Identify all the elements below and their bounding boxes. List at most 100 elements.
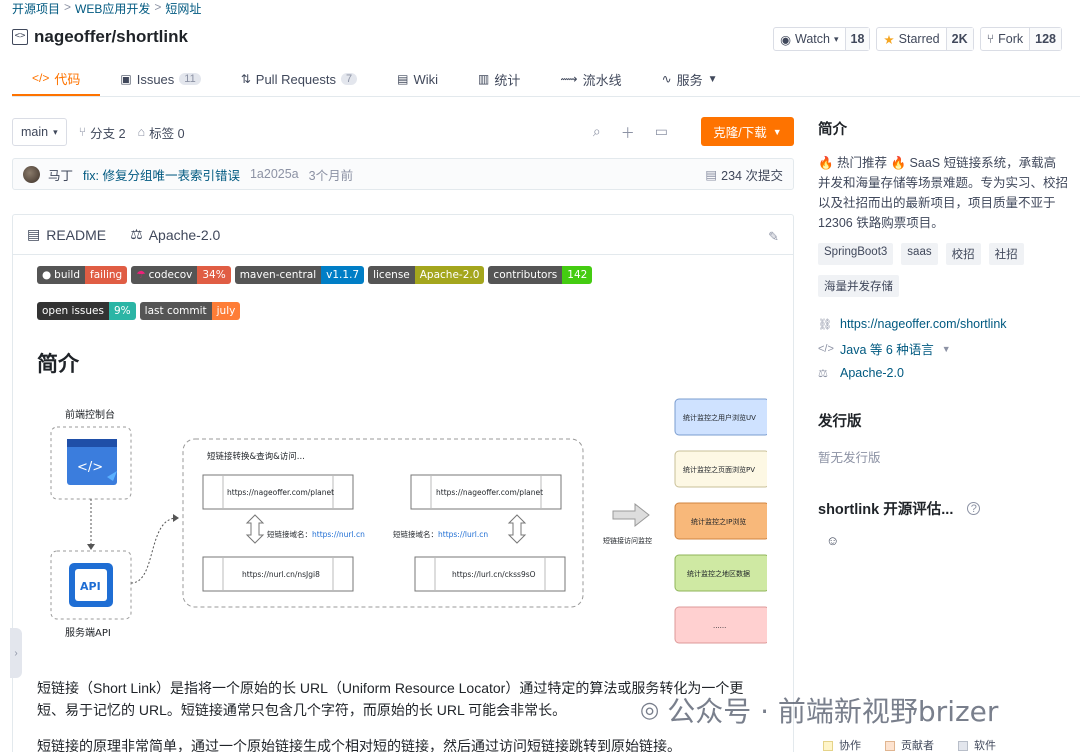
homepage-link[interactable]: https://nageoffer.com/shortlink [840, 317, 1007, 331]
topic-tag[interactable]: saas [901, 243, 938, 265]
tab-wiki[interactable]: ▤ Wiki [377, 62, 458, 96]
link-icon: ⛓ [818, 318, 832, 331]
commit-message[interactable]: fix: 修复分组唯一表索引错误 [83, 165, 240, 184]
tab-services[interactable]: ∿ 服务 ▼ [642, 62, 738, 96]
backend-label: 服务端API [65, 626, 111, 639]
topic-tag[interactable]: SpringBoot3 [818, 243, 894, 265]
issues-count: 11 [179, 73, 201, 85]
badge-list: ● build failing ☂ codecov 34% maven-central v… [37, 266, 677, 320]
search-icon[interactable]: ⌕ [593, 123, 601, 143]
arrow-head [173, 514, 179, 522]
badge-maven[interactable]: maven-central v1.1.7 [234, 266, 365, 284]
edit-icon[interactable]: ✎ [768, 229, 779, 245]
stats-icon: ▥ [478, 72, 490, 86]
long-url-1: https://nageoffer.com/planet [227, 488, 334, 497]
repo-actions: ◉ Watch ▾ 18 ★ Starred 2K ⑂ Fork 128 [773, 27, 1062, 51]
topic-tags: SpringBoot3 saas 校招 社招 海量并发存储 [818, 243, 1068, 297]
chevron-down-icon: ▾ [53, 126, 58, 137]
commit-sha[interactable]: 1a2025a [250, 167, 299, 181]
readme-panel: ▤ README ⚖ Apache-2.0 ✎ ● build failing ☂ cod… [12, 214, 794, 752]
issues-icon: ▣ [120, 72, 132, 86]
legend-swatch [885, 741, 895, 752]
badge-open-issues[interactable]: open issues 9% [37, 302, 136, 320]
smiley-icon: ☺ [826, 533, 840, 548]
commit-author[interactable]: 马丁 [48, 165, 73, 184]
wiki-icon: ▤ [397, 72, 409, 86]
breadcrumb-separator: > [64, 0, 72, 14]
tab-code[interactable]: </> 代码 [12, 62, 101, 96]
license-link[interactable]: Apache-2.0 [840, 366, 904, 380]
code-toolbar: main ▾ ⑂ 分支 2 ⌂ 标签 0 ⌕ ＋ ▭ 克隆/下载 ▼ [12, 117, 794, 147]
tab-pipeline[interactable]: ⟿ 流水线 [540, 62, 641, 96]
help-icon[interactable]: ? [967, 502, 981, 515]
star-count[interactable]: 2K [945, 28, 973, 50]
tab-pull-requests[interactable]: ⇅ Pull Requests 7 [221, 62, 377, 96]
stat-label-region: 统计监控之地区数据 [687, 569, 750, 578]
evaluation-title[interactable]: shortlink 开源评估... [818, 498, 953, 519]
arrow-head [87, 544, 95, 550]
plus-icon[interactable]: ＋ [621, 123, 635, 143]
toolbar-icons: ⌕ ＋ ▭ [593, 123, 668, 143]
badge-last-commit[interactable]: last commit july [139, 302, 241, 320]
readme-icon: ▤ [27, 226, 41, 242]
tab-stats[interactable]: ▥ 统计 [458, 62, 540, 96]
bidirectional-arrow [507, 514, 527, 544]
commits-icon: ▤ [705, 167, 718, 182]
topic-tag[interactable]: 海量并发存储 [818, 275, 899, 297]
eye-icon: ◉ [780, 32, 792, 47]
contribution-legend: 协作 贡献者 软件 [823, 737, 996, 752]
branches-link[interactable]: ⑂ 分支 2 [79, 123, 126, 142]
monitor-icon[interactable]: ▭ [655, 123, 668, 143]
topic-tag[interactable]: 校招 [945, 243, 981, 265]
avatar[interactable] [23, 165, 40, 183]
scale-icon: ⚖ [818, 367, 828, 380]
topic-tag[interactable]: 社招 [988, 243, 1024, 265]
breadcrumb-item[interactable]: WEB应用开发 [75, 0, 150, 17]
tab-issues[interactable]: ▣ Issues 11 [100, 62, 220, 96]
connector-line [130, 517, 178, 584]
readme-tabs: ▤ README ⚖ Apache-2.0 [13, 215, 793, 255]
domain-label-1: 短链接域名：https://nurl.cn [267, 529, 365, 539]
fork-count[interactable]: 128 [1029, 28, 1061, 50]
pipeline-icon: ⟿ [560, 72, 578, 86]
stat-label-more: ...... [713, 622, 726, 630]
repo-name[interactable]: nageoffer/shortlink [34, 27, 188, 47]
readme-paragraph: 短链接的原理非常简单，通过一个原始链接生成个相对短的链接，然后通过访问短链接跳转… [37, 738, 681, 752]
services-icon: ∿ [661, 72, 672, 86]
badge-build[interactable]: ● build failing [37, 266, 128, 284]
commit-count[interactable]: ▤ 234 次提交 [705, 165, 783, 184]
group-title: 短链接转换&查询&访问... [207, 451, 305, 462]
tab-license[interactable]: ⚖ Apache-2.0 [130, 226, 220, 243]
codecov-icon: ☂ [136, 269, 146, 281]
api-chip-icon: API [69, 563, 113, 607]
code-window-icon: </> [67, 439, 117, 485]
commit-time: 3个月前 [308, 168, 354, 183]
branch-selector[interactable]: main ▾ [12, 118, 67, 146]
badge-license[interactable]: license Apache-2.0 [368, 266, 485, 284]
clone-download-button[interactable]: 克隆/下载 ▼ [701, 117, 794, 146]
latest-commit-bar: 马丁 fix: 修复分组唯一表索引错误 1a2025a 3个月前 ▤ 234 次提… [12, 158, 794, 190]
sidebar-intro-title: 简介 [818, 122, 847, 138]
tags-link[interactable]: ⌂ 标签 0 [138, 123, 185, 142]
watch-count[interactable]: 18 [844, 28, 870, 50]
repo-description: 🔥 热门推荐 🔥 SaaS 短链接系统，承载高并发和海量存储等场景难题。专为实习… [818, 156, 1069, 230]
breadcrumb-item[interactable]: 短网址 [165, 0, 201, 17]
breadcrumb-item[interactable]: 开源项目 [12, 0, 60, 17]
scale-icon: ⚖ [130, 226, 143, 242]
bidirectional-arrow [245, 514, 265, 544]
svg-text:</>: </> [77, 460, 103, 475]
readme-heading: 简介 [37, 353, 79, 376]
collapse-handle[interactable]: › [10, 628, 22, 678]
legend-swatch [958, 741, 968, 752]
badge-contributors[interactable]: contributors 142 [488, 266, 593, 284]
repo-sidebar: 简介 🔥 热门推荐 🔥 SaaS 短链接系统，承载高并发和海量存储等场景难题。专… [818, 118, 1068, 548]
repo-icon: <> [12, 29, 28, 45]
tag-icon: ⌂ [137, 125, 146, 139]
tab-readme[interactable]: ▤ README [27, 226, 106, 243]
badge-codecov[interactable]: ☂ codecov 34% [131, 266, 231, 284]
language-selector[interactable]: </> Java 等 6 种语言 ▼ [818, 339, 1068, 358]
star-button[interactable]: ★ Starred 2K [876, 27, 974, 51]
legend-item: 软件 [958, 737, 996, 752]
watch-button[interactable]: ◉ Watch ▾ 18 [773, 27, 871, 51]
fork-button[interactable]: ⑂ Fork 128 [979, 27, 1062, 51]
